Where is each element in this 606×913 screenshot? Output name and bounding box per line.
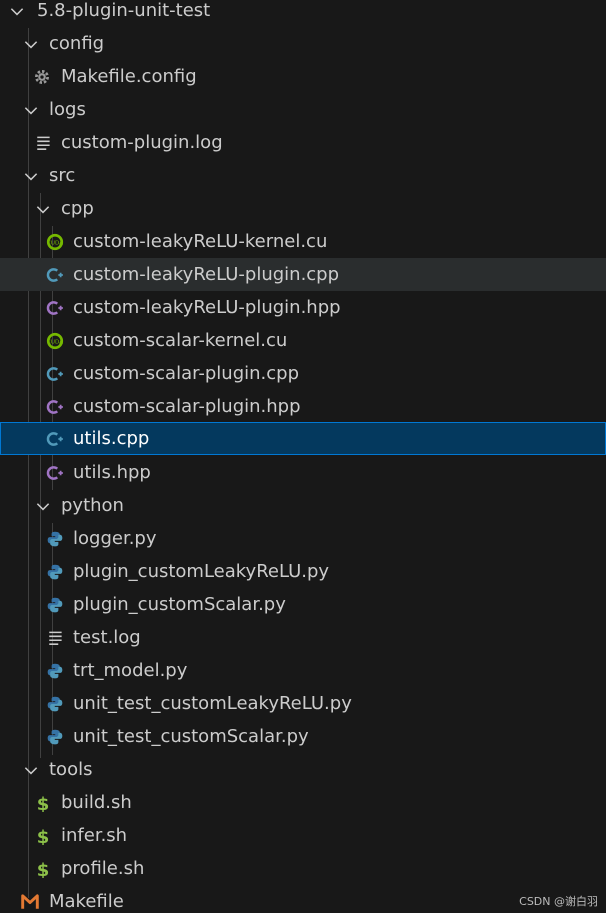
python-icon xyxy=(47,531,63,547)
file-label: infer.sh xyxy=(61,825,128,846)
tree-folder-root[interactable]: 5.8-plugin-unit-test xyxy=(0,0,606,27)
tree-file-makefile-config[interactable]: Makefile.config xyxy=(0,60,606,93)
tree-file-logger-py[interactable]: logger.py xyxy=(0,522,606,555)
tree-file-makefile[interactable]: Makefile xyxy=(0,885,606,913)
tree-file-plugin-customleakyrelu-py[interactable]: plugin_customLeakyReLU.py xyxy=(0,555,606,588)
chevron-down-icon xyxy=(24,173,38,181)
text-file-icon xyxy=(37,136,50,150)
file-label: utils.hpp xyxy=(73,462,151,483)
svg-text:CUDA: CUDA xyxy=(47,240,63,246)
makefile-icon xyxy=(21,894,39,909)
tree-file-utils-hpp[interactable]: utils.hpp xyxy=(0,456,606,489)
file-label: utils.cpp xyxy=(73,428,150,449)
file-label: build.sh xyxy=(61,792,132,813)
shell-icon: $ xyxy=(37,860,50,878)
hpp-icon xyxy=(46,400,63,414)
svg-text:$: $ xyxy=(37,827,50,845)
file-label: unit_test_customScalar.py xyxy=(73,726,309,747)
python-icon xyxy=(47,729,63,745)
tree-file-utils-cpp[interactable]: utils.cpp xyxy=(0,422,606,455)
shell-icon: $ xyxy=(37,827,50,845)
file-label: custom-leakyReLU-kernel.cu xyxy=(73,231,328,252)
cpp-icon xyxy=(46,268,63,282)
file-label: logger.py xyxy=(73,528,157,549)
hpp-icon xyxy=(46,466,63,480)
file-label: plugin_customLeakyReLU.py xyxy=(73,561,330,582)
folder-label: src xyxy=(49,165,76,186)
file-label: trt_model.py xyxy=(73,660,188,681)
tree-folder-logs[interactable]: logs xyxy=(0,93,606,126)
file-label: custom-leakyReLU-plugin.cpp xyxy=(73,264,340,285)
file-label: custom-leakyReLU-plugin.hpp xyxy=(73,297,341,318)
file-label: Makefile xyxy=(49,891,124,912)
tree-file-build-sh[interactable]: $ build.sh xyxy=(0,786,606,819)
cuda-icon: CUDA xyxy=(46,233,63,251)
tree-folder-cpp[interactable]: cpp xyxy=(0,192,606,225)
file-label: custom-plugin.log xyxy=(61,132,223,153)
file-explorer: 5.8-plugin-unit-test config Makefile.con… xyxy=(0,0,606,913)
folder-label: config xyxy=(49,33,105,54)
cpp-icon xyxy=(46,367,63,381)
shell-icon: $ xyxy=(37,794,50,812)
chevron-down-icon xyxy=(10,8,24,16)
tree-file-custom-plugin-log[interactable]: custom-plugin.log xyxy=(0,126,606,159)
tree-file-infer-sh[interactable]: $ infer.sh xyxy=(0,819,606,852)
file-label: profile.sh xyxy=(61,858,145,879)
python-icon xyxy=(47,597,63,613)
file-label: custom-scalar-kernel.cu xyxy=(73,330,288,351)
file-label: custom-scalar-plugin.hpp xyxy=(73,396,301,417)
tree-file-unit-test-customscalar-py[interactable]: unit_test_customScalar.py xyxy=(0,720,606,753)
tree-file-profile-sh[interactable]: $ profile.sh xyxy=(0,852,606,885)
tree-file-scalar-plugin-hpp[interactable]: custom-scalar-plugin.hpp xyxy=(0,390,606,423)
svg-text:$: $ xyxy=(37,860,50,878)
watermark: CSDN @谢白羽 xyxy=(519,895,598,908)
svg-text:CUDA: CUDA xyxy=(47,339,63,345)
file-label: Makefile.config xyxy=(61,66,197,87)
cpp-icon xyxy=(46,432,63,446)
tree-file-test-log[interactable]: test.log xyxy=(0,621,606,654)
python-icon xyxy=(47,696,63,712)
tree-file-plugin-customscalar-py[interactable]: plugin_customScalar.py xyxy=(0,588,606,621)
tree-folder-python[interactable]: python xyxy=(0,489,606,522)
tree-file-leakyrelu-kernel-cu[interactable]: CUDA custom-leakyReLU-kernel.cu xyxy=(0,225,606,258)
folder-label: 5.8-plugin-unit-test xyxy=(37,0,211,21)
tree-file-trt-model-py[interactable]: trt_model.py xyxy=(0,654,606,687)
folder-label: logs xyxy=(49,99,86,120)
svg-text:$: $ xyxy=(37,794,50,812)
chevron-down-icon xyxy=(36,206,50,214)
file-label: plugin_customScalar.py xyxy=(73,594,286,615)
text-file-icon xyxy=(49,631,62,645)
file-label: custom-scalar-plugin.cpp xyxy=(73,363,300,384)
tree-file-leakyrelu-plugin-cpp[interactable]: custom-leakyReLU-plugin.cpp xyxy=(0,258,606,291)
chevron-down-icon xyxy=(24,107,38,115)
tree-folder-tools[interactable]: tools xyxy=(0,753,606,786)
folder-label: python xyxy=(61,495,124,516)
folder-label: tools xyxy=(49,759,93,780)
tree-file-leakyrelu-plugin-hpp[interactable]: custom-leakyReLU-plugin.hpp xyxy=(0,291,606,324)
cuda-icon: CUDA xyxy=(46,332,63,350)
file-label: test.log xyxy=(73,627,141,648)
hpp-icon xyxy=(46,301,63,315)
folder-label: cpp xyxy=(61,198,94,219)
file-label: unit_test_customLeakyReLU.py xyxy=(73,693,352,714)
gear-icon xyxy=(35,70,49,84)
chevron-down-icon xyxy=(24,767,38,775)
tree-file-scalar-kernel-cu[interactable]: CUDA custom-scalar-kernel.cu xyxy=(0,324,606,357)
tree-file-scalar-plugin-cpp[interactable]: custom-scalar-plugin.cpp xyxy=(0,357,606,390)
chevron-down-icon xyxy=(36,503,50,511)
python-icon xyxy=(47,663,63,679)
tree-folder-config[interactable]: config xyxy=(0,27,606,60)
tree-folder-src[interactable]: src xyxy=(0,159,606,192)
chevron-down-icon xyxy=(24,41,38,49)
tree-file-unit-test-customleakyrelu-py[interactable]: unit_test_customLeakyReLU.py xyxy=(0,687,606,720)
python-icon xyxy=(47,564,63,580)
